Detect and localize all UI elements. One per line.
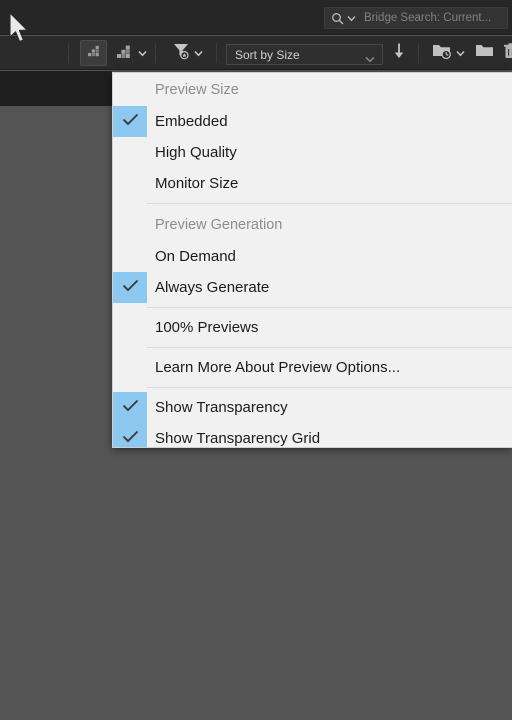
search-input[interactable]: Bridge Search: Current... bbox=[324, 7, 508, 29]
menu-section-label: Preview Size bbox=[155, 81, 239, 98]
menu-item-label: Learn More About Preview Options... bbox=[155, 359, 401, 376]
staircase-large-icon bbox=[116, 43, 136, 64]
sort-direction-button[interactable] bbox=[387, 40, 411, 66]
check-gutter bbox=[113, 209, 147, 240]
search-placeholder: Bridge Search: Current... bbox=[364, 12, 492, 24]
staircase-small-icon bbox=[86, 44, 102, 63]
chevron-down-icon[interactable] bbox=[193, 44, 203, 62]
check-icon bbox=[122, 279, 139, 297]
menu-item-label: High Quality bbox=[155, 144, 237, 161]
toolbar-divider bbox=[216, 43, 217, 63]
trash-icon bbox=[503, 42, 512, 64]
menu-item-high-quality[interactable]: High Quality bbox=[113, 137, 512, 168]
toolbar-divider bbox=[68, 43, 69, 63]
check-icon bbox=[122, 430, 139, 448]
check-gutter bbox=[113, 168, 147, 199]
menu-divider bbox=[147, 387, 512, 388]
thumbnail-size-large-button[interactable] bbox=[111, 40, 151, 66]
menu-item-label: 100% Previews bbox=[155, 319, 259, 336]
new-folder-button[interactable] bbox=[472, 40, 496, 66]
check-icon bbox=[122, 113, 139, 131]
titlebar: Bridge Search: Current... bbox=[0, 0, 512, 35]
check-gutter bbox=[113, 74, 147, 105]
menu-item-embedded[interactable]: Embedded bbox=[113, 106, 512, 137]
sort-select-value: Sort by Size bbox=[235, 47, 300, 62]
bridge-window: Bridge Search: Current... Sort by Size P… bbox=[0, 0, 512, 720]
arrow-cursor bbox=[9, 12, 31, 50]
menu-item-learn-more[interactable]: Learn More About Preview Options... bbox=[113, 352, 512, 383]
menu-divider bbox=[147, 347, 512, 348]
preview-options-menu: Preview Size Embedded High Quality Monit… bbox=[112, 72, 512, 448]
toolbar-divider bbox=[155, 43, 156, 63]
check-icon bbox=[122, 399, 139, 417]
menu-item-show-transparency[interactable]: Show Transparency bbox=[113, 392, 512, 423]
funnel-star-icon bbox=[172, 42, 191, 65]
menu-section-header: Preview Size bbox=[113, 73, 512, 106]
check-gutter bbox=[113, 423, 147, 448]
menu-item-label: Monitor Size bbox=[155, 175, 239, 192]
menu-item-label: Show Transparency Grid bbox=[155, 430, 321, 447]
delete-button[interactable] bbox=[500, 40, 512, 66]
chevron-down-icon[interactable] bbox=[137, 44, 147, 62]
chevron-down-icon[interactable] bbox=[455, 44, 465, 62]
recent-folders-button[interactable] bbox=[428, 40, 468, 66]
menu-section-label: Preview Generation bbox=[155, 216, 283, 233]
menu-item-100-percent-previews[interactable]: 100% Previews bbox=[113, 312, 512, 343]
check-gutter bbox=[113, 352, 147, 383]
toolbar: Sort by Size bbox=[0, 36, 512, 70]
check-gutter bbox=[113, 392, 147, 423]
menu-item-always-generate[interactable]: Always Generate bbox=[113, 272, 512, 303]
check-gutter bbox=[113, 272, 147, 303]
menu-item-on-demand[interactable]: On Demand bbox=[113, 241, 512, 272]
check-gutter bbox=[113, 106, 147, 137]
check-gutter bbox=[113, 241, 147, 272]
chevron-down-icon[interactable] bbox=[365, 50, 375, 68]
check-gutter bbox=[113, 312, 147, 343]
sort-select[interactable]: Sort by Size bbox=[226, 44, 383, 65]
menu-divider bbox=[147, 203, 512, 204]
menu-item-label: Always Generate bbox=[155, 279, 270, 296]
menu-item-show-transparency-grid[interactable]: Show Transparency Grid bbox=[113, 423, 512, 448]
check-gutter bbox=[113, 137, 147, 168]
menu-section-header: Preview Generation bbox=[113, 208, 512, 241]
toolbar-divider bbox=[418, 43, 419, 63]
menu-item-monitor-size[interactable]: Monitor Size bbox=[113, 168, 512, 199]
folder-clock-icon bbox=[432, 42, 453, 64]
menu-divider bbox=[147, 307, 512, 308]
menu-item-label: Show Transparency bbox=[155, 399, 288, 416]
thumbnail-size-small-button[interactable] bbox=[80, 40, 107, 66]
search-icon bbox=[331, 12, 344, 25]
menu-item-label: Embedded bbox=[155, 113, 228, 130]
panel-tab-strip bbox=[0, 71, 112, 106]
filter-button[interactable] bbox=[165, 40, 209, 66]
menu-item-label: On Demand bbox=[155, 248, 236, 265]
folder-icon bbox=[475, 43, 494, 63]
chevron-down-icon[interactable] bbox=[347, 15, 356, 22]
arrow-down-icon bbox=[393, 42, 405, 64]
